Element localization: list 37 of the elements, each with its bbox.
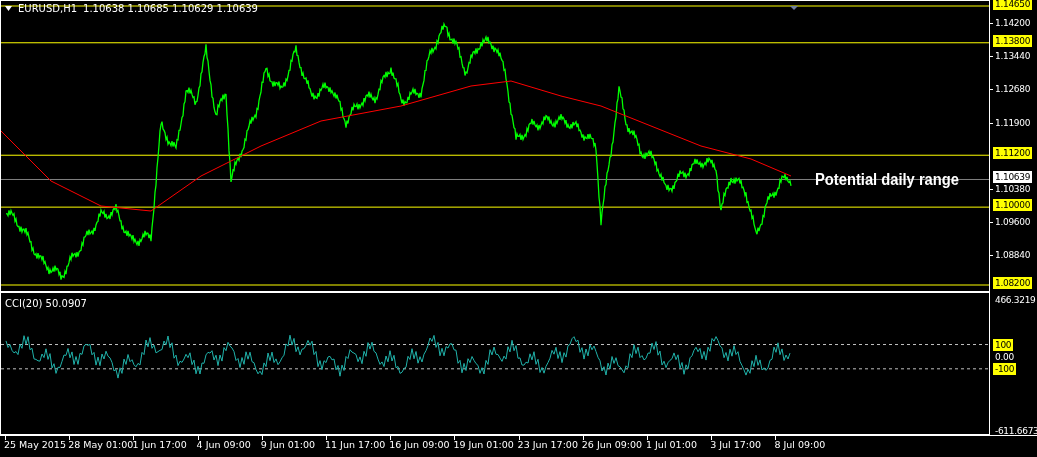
time-label: 11 Jun 17:00: [325, 439, 386, 450]
time-label: 28 May 01:00: [68, 439, 134, 450]
indicator-label: 466.3219: [994, 294, 1037, 306]
indicator-label: -611.6673: [994, 425, 1037, 437]
indicator-label: -100: [993, 362, 1017, 375]
price-label: 1.08840: [994, 249, 1032, 262]
price-label: 1.09600: [994, 216, 1032, 229]
price-label: 1.10639: [993, 171, 1033, 184]
indicator-title: CCI(20) 50.0907: [5, 298, 87, 309]
price-label: 1.13800: [993, 34, 1033, 47]
indicator-label: 100: [993, 338, 1014, 351]
time-label: 25 May 2015: [4, 439, 66, 450]
price-label: 1.08200: [993, 277, 1033, 289]
price-label: 1.10380: [994, 182, 1032, 195]
symbol-label: EURUSD,H1: [18, 3, 77, 14]
time-label: 19 Jun 01:00: [453, 439, 514, 450]
chart-annotation: Potential daily range: [815, 171, 959, 189]
price-label: 1.11900: [994, 116, 1032, 129]
time-label: 26 Jun 09:00: [581, 439, 643, 450]
time-label: 1 Jun 17:00: [132, 439, 187, 450]
time-label: 23 Jun 17:00: [517, 439, 578, 450]
time-label: 3 Jul 17:00: [710, 439, 762, 450]
price-label: 1.11200: [993, 147, 1033, 160]
dropdown-triangle-icon[interactable]: [5, 6, 12, 11]
price-label: 1.12680: [994, 83, 1032, 96]
price-label: 1.10000: [993, 199, 1033, 212]
time-label: 1 Jul 01:00: [646, 439, 697, 450]
price-label: 1.14650: [993, 0, 1033, 10]
ohlc-quotes: 1.10638 1.10685 1.10629 1.10639: [83, 3, 258, 14]
price-label: 1.14200: [994, 17, 1032, 30]
indicator-label: 0.00: [994, 350, 1015, 363]
time-label: 9 Jun 01:00: [260, 439, 316, 450]
time-label: 16 Jun 09:00: [389, 439, 450, 450]
time-label: 4 Jun 09:00: [196, 439, 251, 450]
time-label: 8 Jul 09:00: [774, 439, 826, 450]
shift-marker-icon: [790, 6, 798, 10]
price-label: 1.13440: [994, 50, 1032, 63]
